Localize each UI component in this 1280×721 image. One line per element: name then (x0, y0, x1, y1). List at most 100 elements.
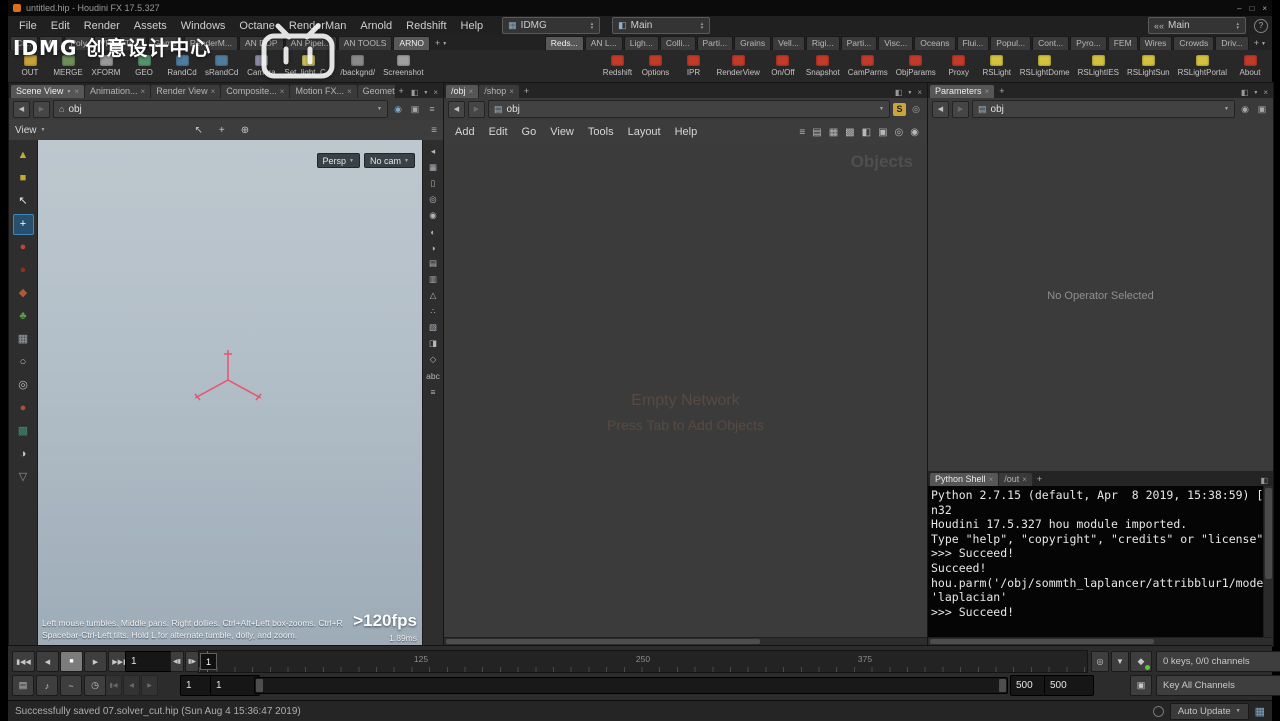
shelf-tab[interactable]: ARNO (393, 36, 430, 50)
menu-item[interactable]: Octane (232, 17, 281, 35)
sticky-note-icon[interactable]: ▣ (878, 127, 887, 138)
shelf-tool[interactable]: About (1231, 54, 1269, 78)
move-cursor-icon[interactable]: + (219, 125, 225, 136)
range-start-handle[interactable] (256, 679, 263, 692)
shelf-tab[interactable]: Rigi... (805, 36, 840, 50)
camera-icon[interactable]: ◉ (426, 209, 440, 222)
handle-cursor-icon[interactable]: ⊕ (241, 125, 249, 136)
add-shelf-tab-button[interactable]: + (431, 38, 451, 50)
shelf-tab[interactable]: Cr... (10, 36, 38, 50)
playback-range-slider[interactable] (254, 677, 1008, 694)
menu-item[interactable]: Edit (482, 121, 515, 143)
pane-menu-icon[interactable] (1253, 88, 1258, 97)
stop-button[interactable]: ■ (60, 651, 83, 672)
viewport-menu-icon[interactable]: ≡ (431, 125, 437, 136)
scrollbar-thumb[interactable] (446, 639, 760, 644)
auto-update-dropdown[interactable]: Auto Update (1169, 702, 1249, 720)
close-tab-icon[interactable]: × (141, 87, 146, 96)
shelf-tab[interactable]: Cont... (1032, 36, 1070, 50)
sculpt-tool-icon[interactable]: ♣ (13, 306, 34, 327)
menu-item[interactable]: Add (448, 121, 482, 143)
forward-icon[interactable]: ▶ (468, 100, 485, 118)
shelf-tool[interactable]: Snapshot (802, 54, 844, 78)
next-frame-button[interactable]: ▮▶ (185, 651, 199, 672)
close-tab-icon[interactable]: × (985, 87, 990, 96)
shelf-tool[interactable]: RSLight (978, 54, 1016, 78)
menu-item[interactable]: Redshift (399, 17, 453, 35)
shelf-tab[interactable]: Parti... (840, 36, 878, 50)
audio-icon[interactable]: ♪ (36, 675, 58, 696)
close-tab-icon[interactable]: × (989, 475, 994, 484)
view-menu[interactable]: View (15, 125, 45, 136)
close-button[interactable]: × (1262, 4, 1267, 13)
close-tab-icon[interactable]: × (280, 87, 285, 96)
play-reverse-button[interactable]: ◀ (36, 651, 59, 672)
menu-item[interactable]: Render (77, 17, 127, 35)
shelf-tool[interactable]: RandCd (163, 54, 201, 78)
shelf-tab[interactable]: Te... (118, 36, 147, 50)
pane-close-icon[interactable]: × (917, 88, 922, 97)
timeline-ruler[interactable]: 1 125 250 375 (198, 650, 1088, 673)
menu-item[interactable]: Help (668, 121, 705, 143)
new-pane-tab-button[interactable]: + (520, 86, 533, 98)
pane-split-icon[interactable]: ◧ (895, 88, 903, 97)
inactive-transport-button[interactable]: ▮◀ (105, 675, 122, 696)
pane-menu-icon[interactable] (907, 88, 912, 97)
shelf-tab[interactable]: Popul... (990, 36, 1032, 50)
back-icon[interactable]: ◀ (448, 100, 465, 118)
spinner-arrows-icon[interactable] (700, 22, 704, 30)
list-icon[interactable]: ▤ (812, 127, 821, 138)
shell-vscrollbar[interactable] (1263, 486, 1273, 638)
shelf-tab[interactable]: FEM (1107, 36, 1138, 50)
shelf-tab[interactable]: Poly (64, 36, 93, 50)
desktop-selector[interactable]: ▦ IDMG (502, 17, 601, 34)
shelf-tab[interactable]: AN DOP (238, 36, 284, 50)
pane-tab[interactable]: Motion FX... × (290, 85, 357, 98)
menu-item[interactable]: Arnold (353, 17, 399, 35)
desktop-grid-icon[interactable]: ▦ (1255, 705, 1265, 718)
close-tab-icon[interactable]: × (211, 87, 216, 96)
palette-icon[interactable]: ▩ (845, 127, 854, 138)
update-status-icon[interactable] (1152, 705, 1164, 717)
shelf-tool[interactable]: MERGE (49, 54, 87, 78)
shelf-tab[interactable]: RenderM... (183, 36, 238, 50)
shelf-tool[interactable]: OUT (11, 54, 49, 78)
menu-item[interactable]: Go (515, 121, 544, 143)
collapse-arrows-icon[interactable]: «« (1154, 21, 1164, 31)
perspective-selector[interactable]: Persp (316, 153, 360, 168)
camera-icon[interactable]: ◉ (391, 104, 405, 115)
shelf-tab[interactable]: AN L... (584, 36, 623, 50)
pane-menu-icon[interactable] (423, 88, 428, 97)
terrain-tool-icon[interactable]: ▩ (13, 421, 34, 442)
realtime-toggle-icon[interactable]: ▤ (12, 675, 34, 696)
pane-close-icon[interactable]: × (1263, 88, 1268, 97)
jump-start-button[interactable]: ▮◀◀ (12, 651, 35, 672)
objects-layer-icon[interactable]: ■ (13, 168, 34, 189)
scale-tool-icon[interactable]: ● (13, 260, 34, 281)
shelf-tool[interactable]: Camera (242, 54, 280, 78)
shelf-tool[interactable]: RSLightIES (1074, 54, 1123, 78)
bulb-icon[interactable]: ◉ (1238, 104, 1252, 115)
inactive-transport-button[interactable]: ▶ (141, 675, 158, 696)
shelf-tool[interactable]: /backgnd/ (336, 54, 379, 78)
text-display-icon[interactable]: abc (426, 369, 440, 382)
camera-selector[interactable]: No cam (364, 153, 415, 168)
menu-item[interactable]: RenderMan (282, 17, 353, 35)
pane-split-icon[interactable]: ◧ (1241, 88, 1249, 97)
key-settings-icon[interactable]: ▣ (1130, 675, 1152, 696)
main-selector[interactable]: ◧ Main (612, 17, 711, 34)
shelf-tool[interactable]: RSLightSun (1123, 54, 1174, 78)
pin-icon[interactable]: ▣ (408, 104, 422, 115)
display-options-icon[interactable]: ≡ (426, 385, 440, 398)
ring-tool-icon[interactable]: ○ (13, 352, 34, 373)
shelf-tool[interactable]: Redshift (598, 54, 636, 78)
shelf-tab[interactable]: Crowds (1173, 36, 1215, 50)
pane-tab[interactable]: Render View × (151, 85, 221, 98)
shelf-tool[interactable]: Options (636, 54, 674, 78)
collapse-panel-icon[interactable]: ◂ (426, 145, 440, 158)
shelf-tab[interactable]: Flui... (956, 36, 990, 50)
panes-icon[interactable]: ◧ (862, 127, 871, 138)
python-shell-output[interactable]: Python 2.7.15 (default, Apr 8 2019, 15:3… (928, 486, 1264, 638)
key-all-channels-dropdown[interactable]: Key All Channels (1156, 675, 1280, 696)
select-tool-icon[interactable]: ↖ (13, 191, 34, 212)
